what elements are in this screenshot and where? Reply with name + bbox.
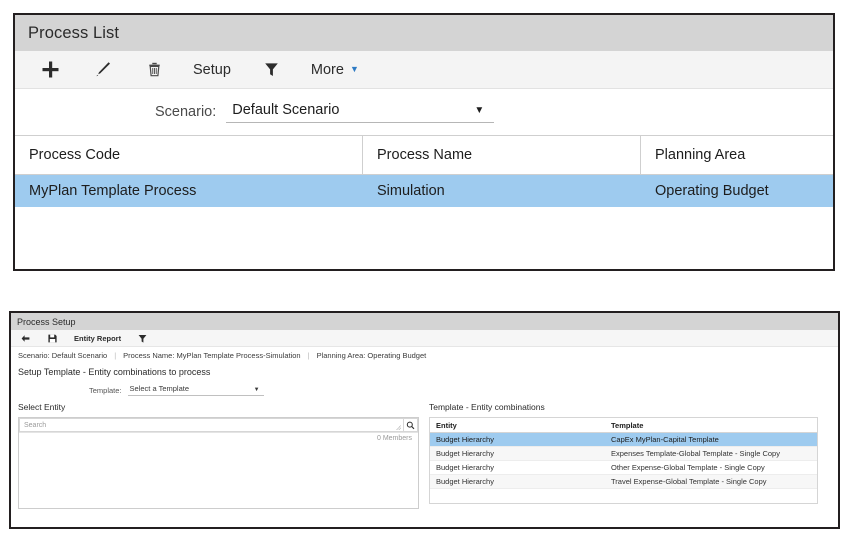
process-list-grid: Process Code Process Name Planning Area …	[15, 135, 833, 241]
cell-entity: Budget Hierarchy	[436, 477, 494, 486]
members-count: 0 Members	[376, 435, 412, 442]
funnel-icon	[137, 333, 148, 344]
scenario-select[interactable]: Default Scenario ▼	[226, 101, 495, 123]
cell-entity: Budget Hierarchy	[436, 435, 494, 444]
table-row[interactable]: Budget Hierarchy CapEx MyPlan-Capital Te…	[430, 433, 817, 447]
breadcrumb-planning-area: Planning Area: Operating Budget	[316, 351, 427, 360]
chevron-down-icon: ▼	[349, 64, 359, 74]
search-input[interactable]: Search	[19, 418, 403, 432]
breadcrumb-separator: |	[114, 351, 117, 360]
trash-icon	[145, 60, 164, 79]
process-list-titlebar: Process List	[15, 15, 833, 51]
pencil-icon	[93, 60, 112, 79]
funnel-icon	[262, 60, 281, 79]
table-row[interactable]: Budget Hierarchy Expenses Template-Globa…	[430, 447, 817, 461]
process-setup-title: Process Setup	[17, 316, 76, 327]
magnifier-icon	[406, 421, 415, 430]
filter-button[interactable]	[137, 331, 148, 346]
setup-button-label: Setup	[193, 61, 231, 78]
cell-planning-area: Operating Budget	[655, 183, 769, 199]
setup-button[interactable]: Setup	[191, 55, 233, 85]
cell-template: Travel Expense-Global Template - Single …	[611, 477, 767, 486]
page-title: Process List	[28, 23, 120, 42]
edit-button[interactable]	[87, 55, 117, 85]
breadcrumb: Scenario: Default Scenario | Process Nam…	[11, 347, 838, 364]
template-label: Template:	[89, 385, 122, 395]
breadcrumb-process-name: Process Name: MyPlan Template Process-Si…	[123, 351, 301, 360]
table-empty-row	[15, 207, 833, 241]
template-select-value: Select a Template	[129, 384, 190, 393]
column-header-process-name[interactable]: Process Name	[363, 136, 641, 174]
table-header-row: Entity Template	[430, 418, 817, 433]
select-entity-heading: Select Entity	[18, 402, 66, 412]
chevron-down-icon: ▼	[253, 387, 260, 393]
table-empty-row	[430, 489, 817, 503]
table-row[interactable]: Budget Hierarchy Other Expense-Global Te…	[430, 461, 817, 475]
cell-template: Other Expense-Global Template - Single C…	[611, 463, 765, 472]
delete-button[interactable]	[139, 55, 169, 85]
cell-process-code: MyPlan Template Process	[29, 183, 197, 199]
template-row: Template: Select a Template ▼	[11, 380, 838, 400]
chevron-down-icon: ▼	[474, 104, 485, 116]
members-count-row: 0 Members	[19, 433, 418, 442]
back-arrow-icon	[20, 333, 31, 344]
entity-search-row: Search	[19, 418, 418, 433]
back-button[interactable]	[20, 331, 31, 346]
select-entity-section: Select Entity Search 0 Members	[11, 402, 421, 509]
add-button[interactable]	[35, 55, 65, 85]
search-placeholder: Search	[24, 421, 47, 429]
column-header-entity[interactable]: Entity	[430, 418, 605, 432]
combinations-table: Entity Template Budget Hierarchy CapEx M…	[429, 417, 818, 504]
process-setup-panel: Process Setup Entity Report Scenario: De…	[9, 311, 840, 529]
process-setup-body: Select Entity Search 0 Members Template …	[11, 400, 838, 509]
cell-template: Expenses Template-Global Template - Sing…	[611, 449, 780, 458]
process-setup-titlebar: Process Setup	[11, 313, 838, 330]
scenario-value: Default Scenario	[232, 101, 340, 118]
column-header-template[interactable]: Template	[605, 418, 817, 432]
column-header-process-code[interactable]: Process Code	[15, 136, 363, 174]
entity-report-label: Entity Report	[74, 333, 122, 343]
process-list-toolbar: Setup More ▼	[15, 51, 833, 89]
more-button-label: More	[310, 61, 344, 78]
cell-process-name: Simulation	[377, 183, 445, 199]
more-button[interactable]: More ▼	[309, 55, 361, 85]
resize-grip-icon[interactable]	[396, 425, 401, 430]
section-title: Setup Template - Entity combinations to …	[18, 367, 211, 377]
entity-report-button[interactable]: Entity Report	[74, 331, 121, 346]
template-select[interactable]: Select a Template ▼	[127, 384, 264, 396]
combinations-section: Template - Entity combinations Entity Te…	[421, 402, 838, 509]
table-header-row: Process Code Process Name Planning Area	[15, 135, 833, 175]
plus-icon	[41, 60, 60, 79]
filter-button[interactable]	[257, 55, 287, 85]
combinations-heading: Template - Entity combinations	[429, 402, 545, 412]
scenario-row: Scenario: Default Scenario ▼	[15, 89, 833, 135]
process-setup-toolbar: Entity Report	[11, 330, 838, 347]
breadcrumb-scenario: Scenario: Default Scenario	[18, 351, 108, 360]
search-button[interactable]	[403, 418, 418, 432]
cell-template: CapEx MyPlan-Capital Template	[611, 435, 719, 444]
cell-entity: Budget Hierarchy	[436, 463, 494, 472]
column-header-planning-area[interactable]: Planning Area	[641, 136, 833, 174]
table-row[interactable]: Budget Hierarchy Travel Expense-Global T…	[430, 475, 817, 489]
table-row[interactable]: MyPlan Template Process Simulation Opera…	[15, 175, 833, 207]
entity-box: Search 0 Members	[18, 417, 419, 509]
cell-entity: Budget Hierarchy	[436, 449, 494, 458]
save-button[interactable]	[47, 331, 58, 346]
scenario-label: Scenario:	[155, 104, 217, 120]
process-list-panel: Process List Setup More ▼ Scenario: Defa…	[13, 13, 835, 271]
breadcrumb-separator: |	[307, 351, 310, 360]
save-disk-icon	[47, 333, 58, 344]
